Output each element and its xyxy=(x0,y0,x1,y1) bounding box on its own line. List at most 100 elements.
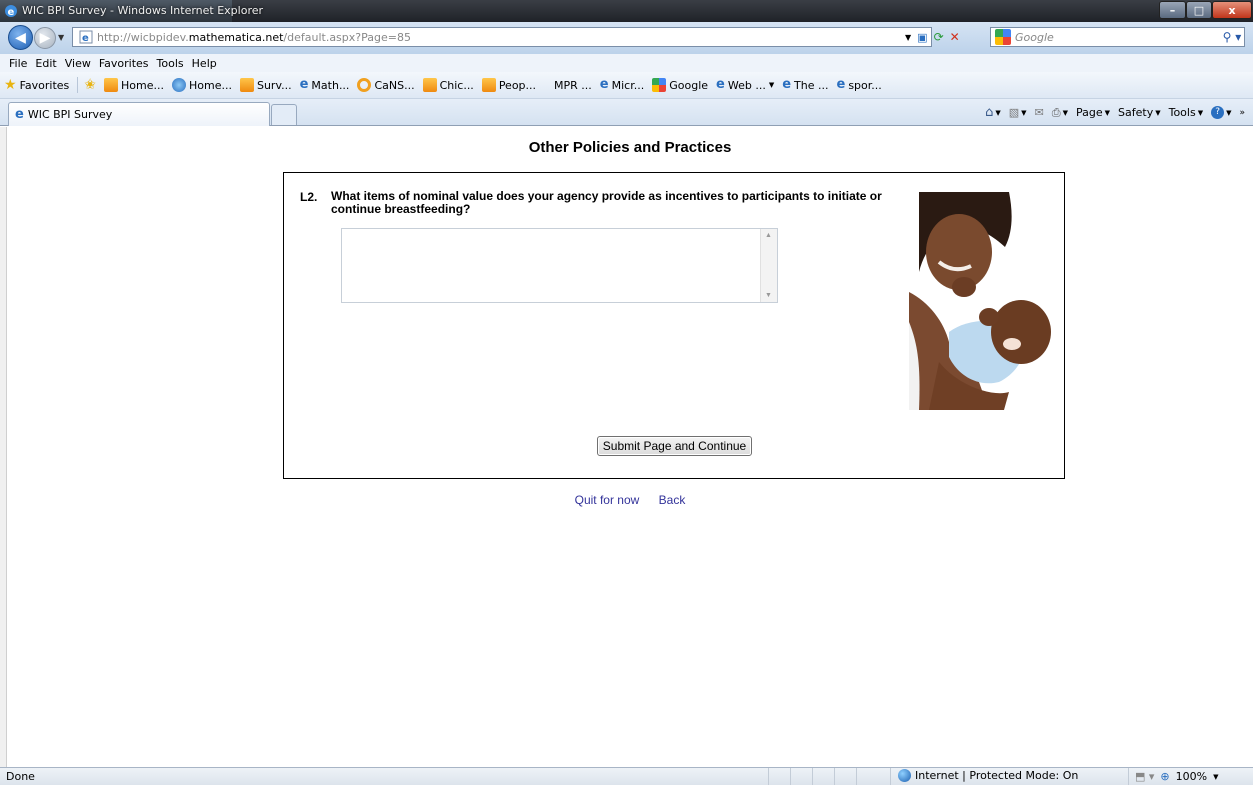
add-star-icon: ✬ xyxy=(84,77,96,93)
answer-textarea[interactable] xyxy=(341,228,778,303)
mother-baby-photo xyxy=(909,192,1054,410)
back-link[interactable]: Back xyxy=(659,493,686,507)
ring-icon xyxy=(357,78,372,92)
fav-link[interactable]: e The ... xyxy=(782,78,828,92)
question-text: What items of nominal value does your ag… xyxy=(331,189,882,216)
orange-feed-icon xyxy=(481,78,496,92)
orange-feed-icon xyxy=(104,78,118,92)
compatibility-view-icon[interactable]: ▣ xyxy=(917,31,927,44)
fav-link[interactable]: Home... xyxy=(171,78,232,92)
zoom-control[interactable]: ⬒ ▾ ⊕ 100% ▼ xyxy=(1135,770,1218,783)
fav-link[interactable]: e Math... xyxy=(300,78,350,92)
ie-page-icon: e xyxy=(782,77,792,92)
fav-link[interactable]: CaNS... xyxy=(357,78,415,92)
tab-wic-bpi-survey[interactable]: e WIC BPI Survey xyxy=(8,102,270,126)
page-content: Other Policies and Practices L2. What it… xyxy=(7,127,1253,767)
menu-tools[interactable]: Tools xyxy=(153,57,188,70)
tools-menu[interactable]: Tools ▼ xyxy=(1169,106,1204,119)
fav-link[interactable]: Peop... xyxy=(481,78,537,92)
fav-link-label: Peop... xyxy=(498,78,537,92)
menu-help[interactable]: Help xyxy=(188,57,221,70)
safety-menu[interactable]: Safety ▼ xyxy=(1118,106,1161,119)
feeds-button[interactable]: ▧ ▼ xyxy=(1009,106,1027,119)
favorites-separator xyxy=(77,77,79,93)
answer-scrollbar[interactable]: ▲ ▼ xyxy=(760,229,777,302)
scroll-down-icon[interactable]: ▼ xyxy=(765,292,772,299)
orange-feed-icon xyxy=(422,78,437,92)
fav-link[interactable]: Chic... xyxy=(422,78,474,92)
fav-link[interactable]: e Micr... xyxy=(600,78,644,92)
menu-view[interactable]: View xyxy=(61,57,95,70)
quit-for-now-link[interactable]: Quit for now xyxy=(575,493,640,507)
fav-link-label: Web ... xyxy=(727,78,766,92)
help-button[interactable]: ? ▼ xyxy=(1211,106,1231,119)
question-panel: L2. What items of nominal value does you… xyxy=(283,172,1065,479)
search-icon[interactable]: ⚲ ▾ xyxy=(1220,30,1244,44)
command-bar: ⌂ ▼ ▧ ▼ ✉ ⎙ ▼ Page ▼ Safety ▼ Tools ▼ ? ▼ » xyxy=(985,105,1245,120)
protected-mode-icon[interactable]: ⬒ ▾ xyxy=(1135,770,1154,783)
mail-button[interactable]: ✉ xyxy=(1035,106,1044,119)
recent-pages-dropdown-icon[interactable]: ▼ xyxy=(58,33,64,42)
overflow-chevron-icon[interactable]: » xyxy=(1239,108,1245,118)
add-favorite-button[interactable]: ✬ xyxy=(84,78,96,92)
close-button[interactable]: x xyxy=(1212,1,1252,19)
status-divider xyxy=(856,768,857,785)
ie-page-icon: e xyxy=(299,77,309,92)
window-title-bar: e WIC BPI Survey - Windows Internet Expl… xyxy=(0,0,1253,22)
zoom-icon: ⊕ xyxy=(1160,770,1170,783)
address-dropdown-icon[interactable]: ▼ xyxy=(905,33,911,42)
back-button[interactable]: ◀ xyxy=(8,25,33,50)
print-icon: ⎙ xyxy=(1051,105,1061,119)
question-number: L2. xyxy=(300,190,318,204)
favorites-button[interactable]: ★ Favorites xyxy=(4,78,69,92)
ie-page-icon: e xyxy=(836,77,846,92)
google-icon xyxy=(995,29,1011,45)
forward-button[interactable]: ▶ xyxy=(34,27,56,49)
page-menu[interactable]: Page ▼ xyxy=(1076,106,1110,119)
fav-link[interactable]: Home... xyxy=(104,78,164,92)
address-tools: ▼ ▣ ⟳ ✕ xyxy=(905,30,960,44)
scroll-up-icon[interactable]: ▲ xyxy=(765,232,772,239)
submit-page-button[interactable]: Submit Page and Continue xyxy=(597,436,752,456)
menu-edit[interactable]: Edit xyxy=(31,57,60,70)
print-button[interactable]: ⎙ ▼ xyxy=(1052,106,1068,120)
stop-icon[interactable]: ✕ xyxy=(950,30,960,44)
fav-link-label: Surv... xyxy=(256,78,292,92)
blue-globe-icon xyxy=(171,78,186,92)
svg-text:e: e xyxy=(8,7,15,18)
maximize-button[interactable]: □ xyxy=(1186,1,1212,19)
fav-link[interactable]: Surv... xyxy=(239,78,292,92)
ie-page-icon: e xyxy=(79,30,93,44)
menu-file[interactable]: File xyxy=(5,57,31,70)
fav-link-label: Home... xyxy=(121,78,164,92)
fav-link[interactable]: MPR ... xyxy=(554,79,592,92)
refresh-icon[interactable]: ⟳ xyxy=(934,30,944,44)
tab-label: WIC BPI Survey xyxy=(27,108,113,121)
menu-bar: File Edit View Favorites Tools Help xyxy=(0,54,1253,72)
status-text: Done xyxy=(6,770,35,783)
zoom-dropdown-icon[interactable]: ▼ xyxy=(1213,773,1218,781)
zoom-level: 100% xyxy=(1175,770,1208,783)
fav-link[interactable]: e spor... xyxy=(837,78,882,92)
minimize-button[interactable]: – xyxy=(1159,1,1186,19)
ie-logo-icon: e xyxy=(5,5,17,18)
fav-link[interactable]: e Web ... ▼ xyxy=(716,78,774,92)
google-icon xyxy=(652,78,667,92)
security-zone[interactable]: Internet | Protected Mode: On xyxy=(898,769,1078,782)
feed-icon: ▧ xyxy=(1008,106,1020,119)
status-divider xyxy=(890,768,891,785)
fav-link[interactable]: Google xyxy=(652,78,708,92)
navigation-links: Quit for now Back xyxy=(7,493,1253,507)
search-placeholder: Google xyxy=(1015,30,1054,44)
search-box[interactable]: Google ⚲ ▾ xyxy=(990,27,1245,47)
home-button[interactable]: ⌂ ▼ xyxy=(985,105,1001,120)
ie-page-icon: e xyxy=(15,106,24,122)
new-tab-button[interactable] xyxy=(271,104,297,125)
status-divider xyxy=(812,768,813,785)
address-bar[interactable]: e http://wicbpidev.mathematica.net/defau… xyxy=(72,27,932,47)
menu-favorites[interactable]: Favorites xyxy=(95,57,153,70)
svg-text:e: e xyxy=(82,33,89,44)
status-divider xyxy=(768,768,769,785)
fav-link-label: spor... xyxy=(848,78,882,92)
chevron-down-icon: ▼ xyxy=(768,81,775,89)
